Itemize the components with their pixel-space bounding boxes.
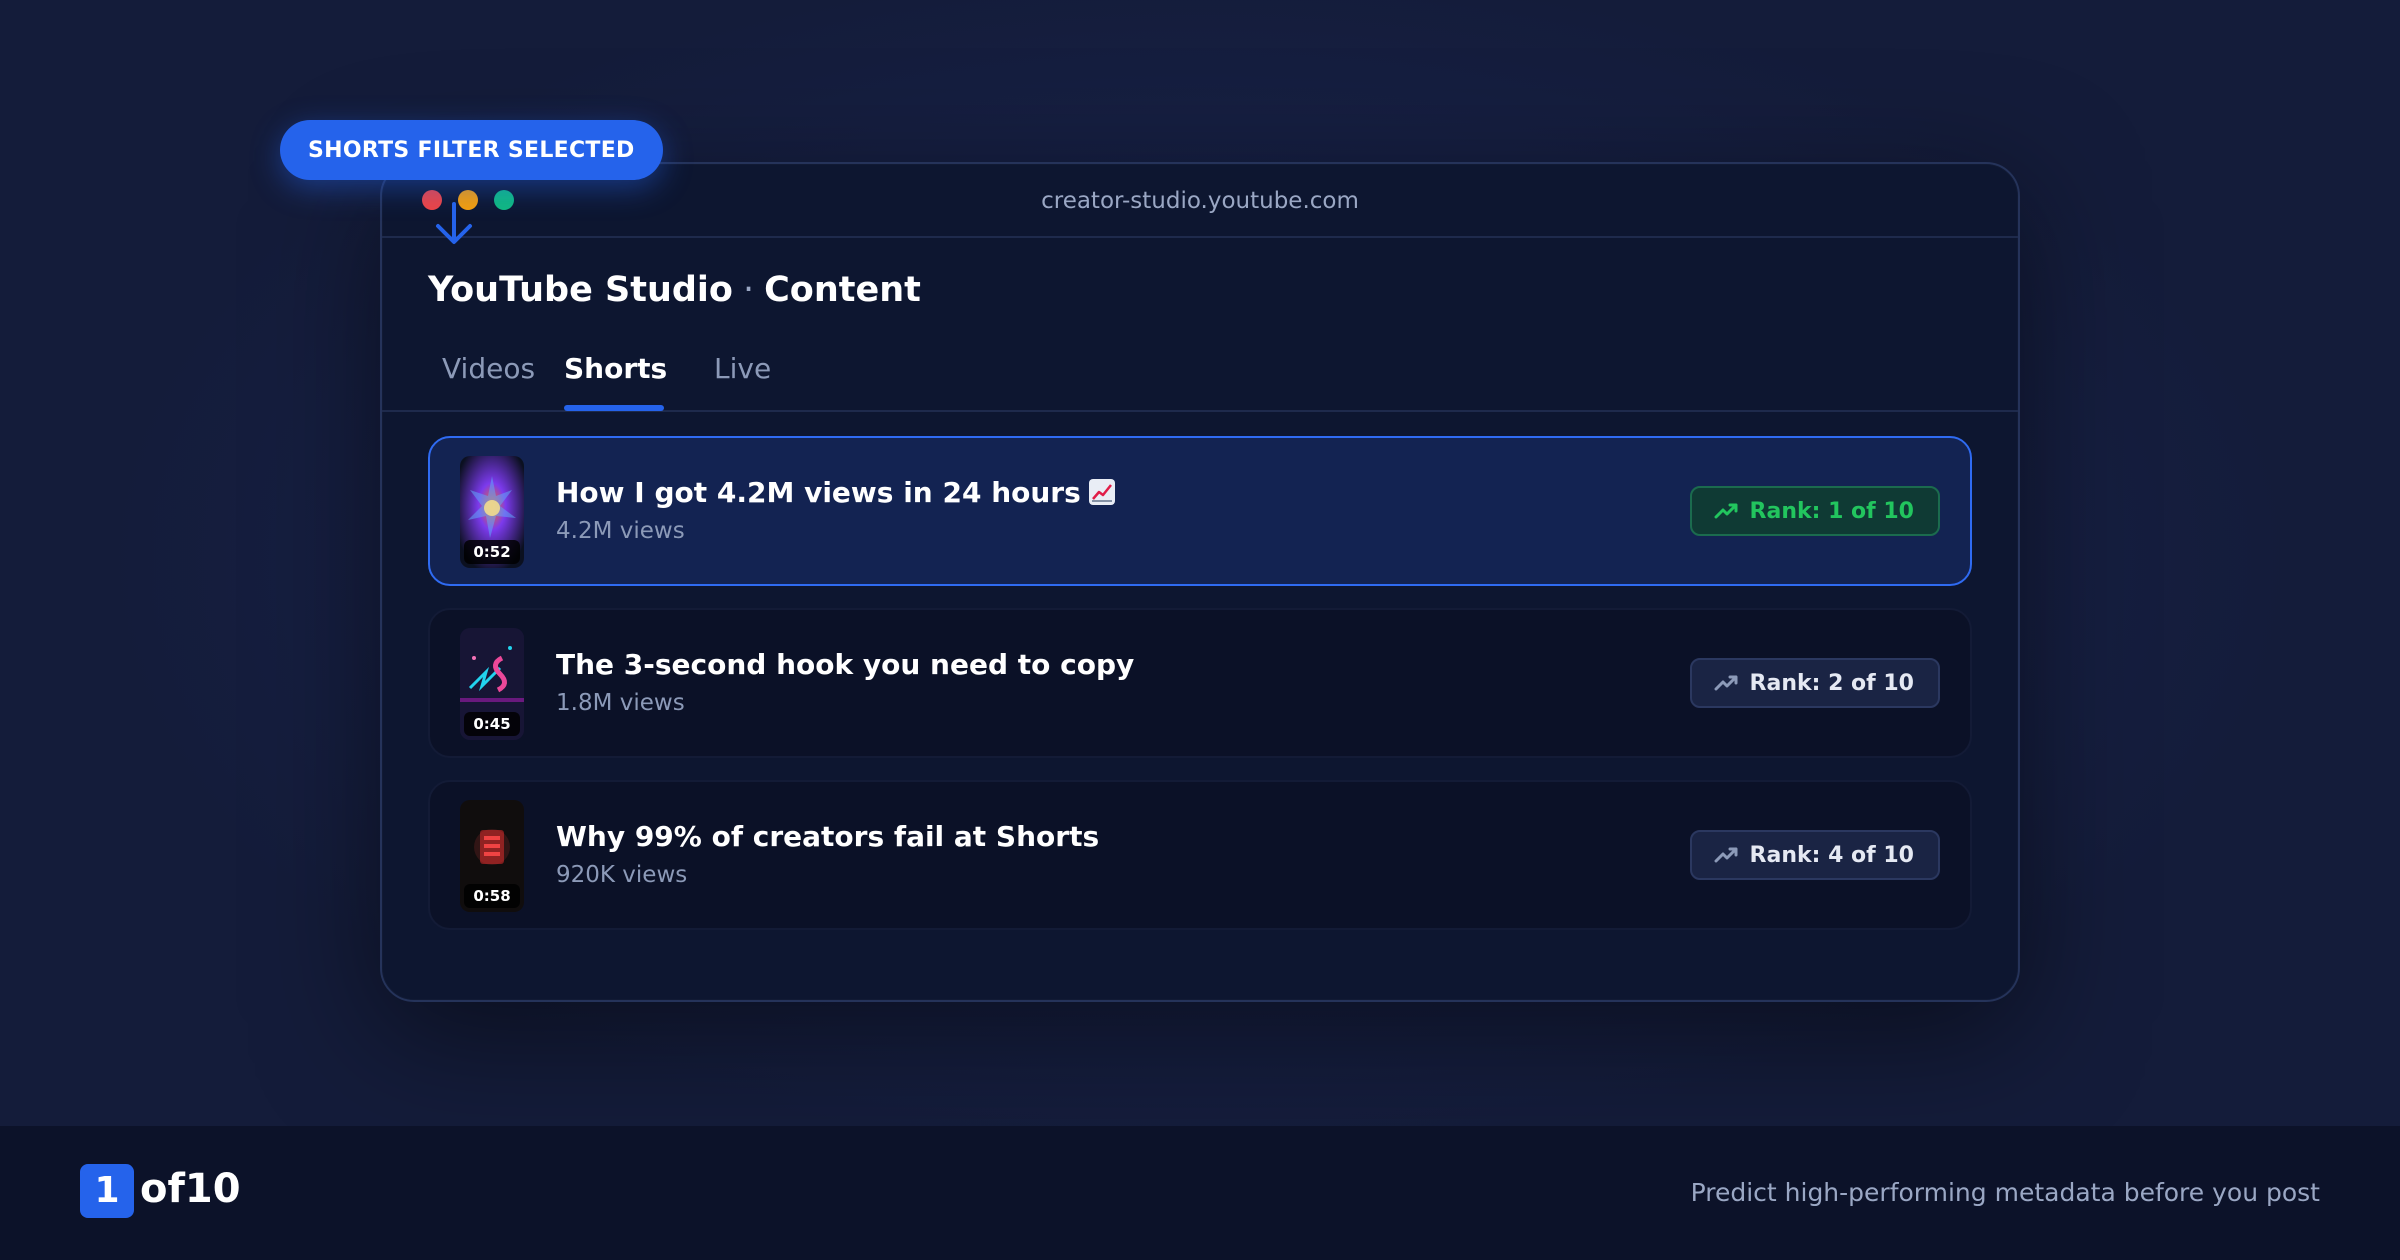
short-title[interactable]: Why 99% of creators fail at Shorts — [556, 820, 1099, 853]
short-row[interactable]: 0:52 How I got 4.2M views in 24 hours 4.… — [428, 436, 1972, 586]
title-separator: · — [742, 270, 755, 310]
footer-tagline: Predict high-performing metadata before … — [1690, 1178, 2320, 1207]
arrow-down-icon — [436, 202, 472, 244]
active-tab-indicator — [564, 405, 664, 411]
rank-label: Rank: 1 of 10 — [1749, 498, 1914, 524]
footer-bar: 1 of10 Predict high-performing metadata … — [0, 1126, 2400, 1260]
trending-up-icon — [1714, 847, 1738, 863]
rank-badge: Rank: 1 of 10 — [1689, 486, 1940, 536]
address-url[interactable]: creator-studio.youtube.com — [382, 188, 2018, 214]
section-title: Content — [764, 270, 921, 310]
content-tabs: Videos Shorts Live — [382, 344, 2018, 412]
shorts-filter-callout: SHORTS FILTER SELECTED — [280, 120, 663, 180]
short-duration: 0:45 — [464, 712, 520, 736]
studio-window: creator-studio.youtube.com YouTube Studi… — [380, 162, 2020, 1002]
chart-increasing-emoji-icon — [1088, 479, 1115, 505]
page-title: YouTube Studio · Content — [428, 270, 921, 310]
short-title[interactable]: The 3-second hook you need to copy — [556, 648, 1134, 681]
short-title[interactable]: How I got 4.2M views in 24 hours — [556, 476, 1115, 509]
trending-up-icon — [1714, 675, 1738, 691]
short-duration: 0:52 — [464, 540, 520, 564]
page-total: of10 — [140, 1166, 241, 1212]
app-title: YouTube Studio — [428, 270, 733, 310]
short-duration: 0:58 — [464, 884, 520, 908]
short-thumbnail[interactable]: 0:58 — [460, 800, 524, 912]
tab-videos[interactable]: Videos — [442, 352, 535, 385]
short-row[interactable]: 0:58 Why 99% of creators fail at Shorts … — [428, 780, 1972, 930]
short-thumbnail[interactable]: 0:45 — [460, 628, 524, 740]
short-thumbnail[interactable]: 0:52 — [460, 456, 524, 568]
rank-badge: Rank: 2 of 10 — [1689, 658, 1940, 708]
trending-up-icon — [1714, 503, 1738, 519]
rank-label: Rank: 2 of 10 — [1749, 670, 1914, 696]
short-views: 1.8M views — [556, 690, 685, 716]
page-current-badge: 1 — [80, 1164, 134, 1218]
tab-shorts[interactable]: Shorts — [564, 352, 667, 385]
short-views: 4.2M views — [556, 518, 685, 544]
rank-badge: Rank: 4 of 10 — [1689, 830, 1940, 880]
tab-live[interactable]: Live — [714, 352, 771, 385]
rank-label: Rank: 4 of 10 — [1749, 842, 1914, 868]
short-title-text: How I got 4.2M views in 24 hours — [556, 476, 1081, 509]
short-views: 920K views — [556, 862, 688, 888]
callout-label: SHORTS FILTER SELECTED — [308, 137, 635, 163]
short-row[interactable]: 0:45 The 3-second hook you need to copy … — [428, 608, 1972, 758]
